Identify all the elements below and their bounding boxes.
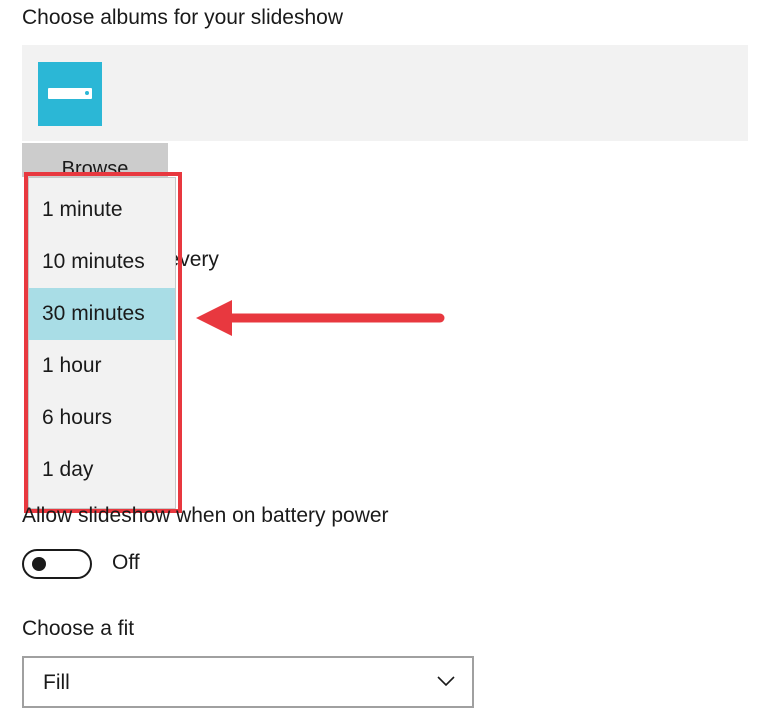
- fit-label: Choose a fit: [22, 617, 135, 640]
- chevron-down-icon: [437, 676, 455, 687]
- battery-power-label: Allow slideshow when on battery power: [22, 504, 389, 527]
- drive-led-dot: [85, 91, 89, 95]
- albums-section-title: Choose albums for your slideshow: [22, 6, 343, 29]
- fit-select-value: Fill: [43, 671, 70, 694]
- slideshow-settings-page: Choose albums for your slideshow Browse …: [0, 0, 780, 717]
- battery-toggle[interactable]: [22, 549, 92, 579]
- annotation-arrow-icon: [196, 300, 445, 336]
- toggle-knob: [32, 557, 46, 571]
- annotation-highlight-box: [24, 172, 182, 513]
- toggle-state-text: Off: [112, 551, 140, 574]
- album-tile[interactable]: [38, 62, 102, 126]
- fit-select[interactable]: Fill: [22, 656, 474, 708]
- albums-area: [22, 45, 748, 141]
